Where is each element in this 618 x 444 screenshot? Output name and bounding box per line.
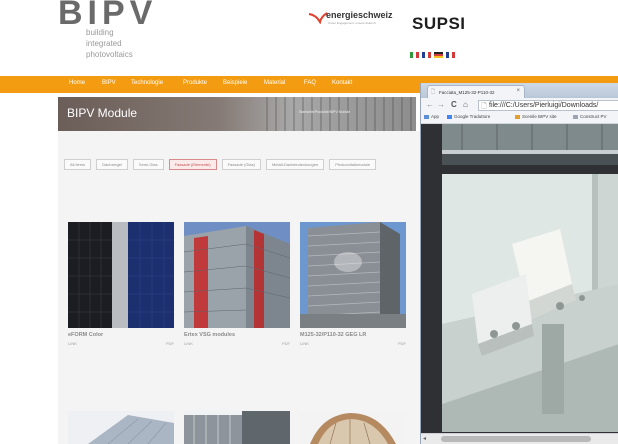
bookmark-apps[interactable]: App <box>424 114 439 119</box>
bookmark-label: Construct PV <box>580 114 607 119</box>
energieschweiz-logo[interactable]: energieschweiz Unser Engagement: unsere … <box>308 10 393 38</box>
product-link[interactable]: LINK <box>184 341 193 346</box>
energieschweiz-tagline: Unser Engagement: unsere Zukunft <box>328 21 376 25</box>
product-pdf[interactable]: PDF <box>398 341 406 346</box>
product-image-row2-3[interactable] <box>300 411 406 444</box>
filter-semi-glas[interactable]: Semi-Glas <box>132 159 164 170</box>
site-icon <box>515 115 520 119</box>
bookmark-google-traduttore[interactable]: Google Traduttore <box>447 114 490 119</box>
nav-item-produkte[interactable]: Produkte <box>183 80 207 86</box>
forward-button[interactable]: → <box>437 100 445 109</box>
supsi-logo[interactable]: SUPSI <box>412 14 466 34</box>
horizontal-scrollbar[interactable]: ◂ <box>421 433 618 444</box>
logo-line-2: integrated <box>86 39 122 48</box>
filter-metall-dach[interactable]: Metall-Dacheindeckungen <box>265 159 325 170</box>
scrollbar-thumb[interactable] <box>441 436 591 442</box>
tab-strip: 🗋 Facciata_M125-32-P110-32 × <box>421 83 618 98</box>
logo-line-1: building <box>86 28 114 37</box>
page-icon <box>573 115 578 119</box>
flag-it-icon[interactable] <box>410 52 419 58</box>
nav-item-technologie[interactable]: Technologie <box>131 80 163 86</box>
breadcrumb[interactable]: Startseite/Produkte/BIPV Module <box>299 110 350 114</box>
product-title[interactable]: eFORM Color <box>68 332 103 338</box>
translate-icon <box>447 115 452 119</box>
bookmark-label: Google Traduttore <box>454 114 491 119</box>
nav-item-kontakt[interactable]: Kontakt <box>332 80 352 86</box>
product-card[interactable]: M125-32/P110-32 GEG LR LINK PDF <box>300 222 406 350</box>
product-image-eform[interactable] <box>68 222 174 328</box>
bookmark-construct-pv[interactable]: Construct PV <box>573 114 607 119</box>
bookmarks-bar: App Google Traduttore Scenile BIPV site … <box>421 112 618 124</box>
image-viewer[interactable]: ◂ <box>421 124 618 444</box>
logo-line-3: photovoltaics <box>86 50 133 59</box>
nav-item-faq[interactable]: FAQ <box>304 80 316 86</box>
language-selector <box>410 52 455 58</box>
flag-en-icon[interactable] <box>446 52 455 58</box>
home-button[interactable]: ⌂ <box>463 100 468 109</box>
product-image-m125[interactable] <box>300 222 406 328</box>
filter-photovoltaikmodule[interactable]: Photovoltaikmodule <box>329 159 377 170</box>
product-image-ertex[interactable] <box>184 222 290 328</box>
product-link[interactable]: LINK <box>68 341 77 346</box>
nav-item-material[interactable]: Material <box>264 80 285 86</box>
apps-icon <box>424 115 429 119</box>
tab-title: Facciata_M125-32-P110-32 <box>439 90 495 95</box>
file-icon: 🗋 <box>431 89 436 95</box>
filter-fassade-elemente[interactable]: Fassade (Elemente) <box>168 159 217 170</box>
address-bar[interactable]: 🗋 file:///C:/Users/Pierluigi/Downloads/ <box>478 100 618 111</box>
swoosh-icon <box>308 12 328 24</box>
energieschweiz-name: energieschweiz <box>326 10 393 20</box>
product-pdf[interactable]: PDF <box>166 341 174 346</box>
product-title[interactable]: M125-32/P110-32 GEG LR <box>300 332 366 338</box>
nav-item-home[interactable]: Home <box>69 80 85 86</box>
filter-dachziegel[interactable]: Dachziegel <box>96 159 128 170</box>
product-card[interactable]: Ertex VSG modules LINK PDF <box>184 222 290 350</box>
url-text[interactable]: file:///C:/Users/Pierluigi/Downloads/ <box>489 102 598 109</box>
filter-all-items[interactable]: All items <box>64 159 92 170</box>
bipv-logo-tagline: building integrated photovoltaics <box>86 27 133 60</box>
filter-bar: All items Dachziegel Semi-Glas Fassade (… <box>64 159 377 170</box>
flag-fr-icon[interactable] <box>422 52 431 58</box>
browser-tab[interactable]: 🗋 Facciata_M125-32-P110-32 × <box>427 85 525 98</box>
bookmark-label: App <box>431 114 440 119</box>
mounting-clamp-photo <box>442 174 618 432</box>
page-banner: BIPV Module Startseite/Produkte/BIPV Mod… <box>58 97 416 131</box>
browser-window[interactable]: 🗋 Facciata_M125-32-P110-32 × ← → C ⌂ 🗋 f… <box>420 83 618 444</box>
scroll-left-icon[interactable]: ◂ <box>423 435 426 442</box>
filter-fassade-glas[interactable]: Fassade (Glas) <box>221 159 261 170</box>
back-button[interactable]: ← <box>426 100 434 109</box>
browser-toolbar: ← → C ⌂ 🗋 file:///C:/Users/Pierluigi/Dow… <box>421 98 618 112</box>
product-link[interactable]: LINK <box>300 341 309 346</box>
product-title[interactable]: Ertex VSG modules <box>184 332 235 338</box>
product-card[interactable]: eFORM Color LINK PDF <box>68 222 174 350</box>
close-icon[interactable]: × <box>516 88 520 94</box>
bookmark-bipv-site[interactable]: Scenile BIPV site <box>515 114 557 119</box>
nav-item-bipv[interactable]: BIPV <box>102 80 116 86</box>
facade-photo-top <box>442 124 618 165</box>
banner-facade-image <box>266 97 416 131</box>
product-image-row2-2[interactable] <box>184 411 290 444</box>
bookmark-label: Scenile BIPV site <box>522 114 557 119</box>
nav-item-beispiele[interactable]: Beispiele <box>223 80 247 86</box>
product-image-row2-1[interactable] <box>68 411 174 444</box>
flag-de-icon[interactable] <box>434 52 443 58</box>
page-title: BIPV Module <box>67 106 138 120</box>
reload-button[interactable]: C <box>451 100 457 109</box>
product-pdf[interactable]: PDF <box>282 341 290 346</box>
